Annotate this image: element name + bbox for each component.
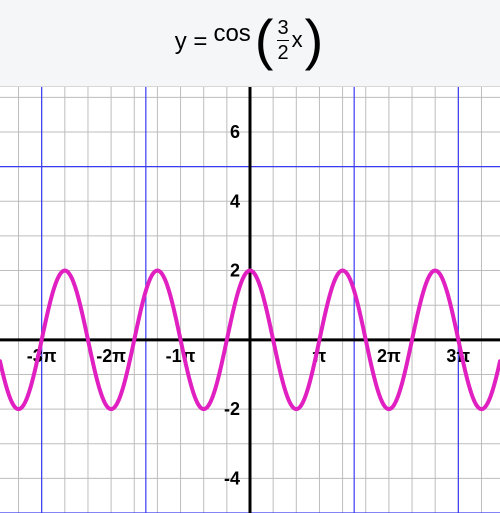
equation-var: x bbox=[292, 27, 303, 53]
equation-func: cos bbox=[213, 20, 250, 48]
left-paren: ( bbox=[253, 18, 276, 63]
right-paren: ) bbox=[303, 18, 326, 63]
equation-lhs: y = bbox=[175, 28, 208, 56]
fraction: 3 2 bbox=[277, 18, 288, 63]
svg-text:2π: 2π bbox=[377, 346, 401, 366]
svg-text:-4: -4 bbox=[224, 468, 240, 488]
fraction-denominator: 2 bbox=[277, 40, 288, 63]
svg-text:2: 2 bbox=[230, 261, 240, 281]
svg-text:-2π: -2π bbox=[96, 346, 126, 366]
svg-text:-2: -2 bbox=[224, 399, 240, 419]
equation-display: y = cos ( 3 2 x ) bbox=[0, 0, 500, 87]
fraction-numerator: 3 bbox=[277, 18, 288, 40]
function-plot: -3π-2π-1ππ2π3π-4-2246 bbox=[0, 87, 500, 513]
svg-text:6: 6 bbox=[230, 122, 240, 142]
svg-text:4: 4 bbox=[230, 191, 240, 211]
